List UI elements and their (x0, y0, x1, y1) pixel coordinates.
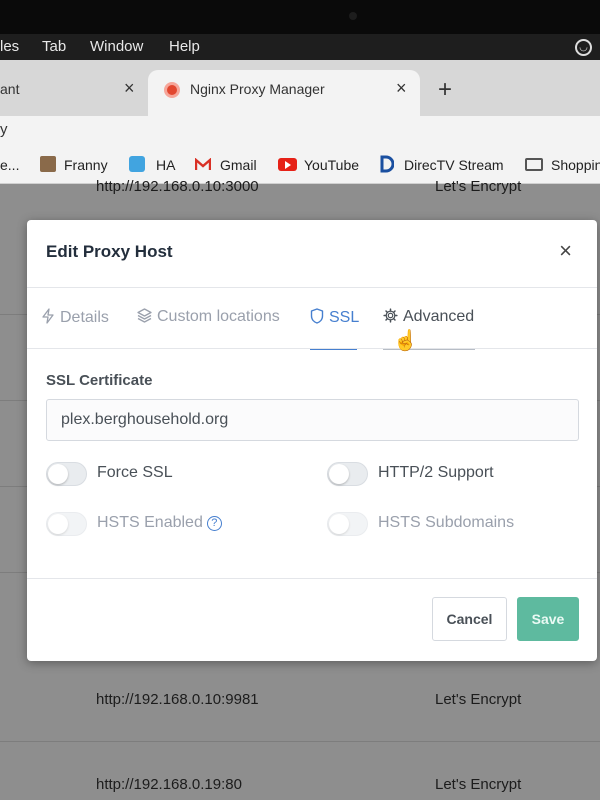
cancel-button[interactable]: Cancel (432, 597, 507, 641)
menu-files[interactable]: les (0, 38, 19, 55)
browser-tab-nginx-proxy-manager[interactable]: Nginx Proxy Manager × (148, 70, 420, 116)
help-circle-icon[interactable]: ? (206, 516, 222, 531)
certificate-provider: Let's Encrypt (435, 691, 522, 708)
bookmark-gmail[interactable]: Gmail (220, 157, 257, 173)
certificate-provider: Let's Encrypt (435, 178, 522, 195)
tab-details[interactable]: Details (41, 308, 109, 327)
browser-tab-previous[interactable]: ant × (0, 70, 146, 108)
menu-window[interactable]: Window (90, 38, 143, 55)
shield-icon (310, 308, 324, 324)
save-button[interactable]: Save (517, 597, 579, 641)
close-icon[interactable]: × (396, 78, 407, 99)
gmail-icon (195, 158, 211, 170)
layers-icon (137, 308, 152, 323)
forward-url: http://192.168.0.10:9981 (96, 691, 259, 708)
ssl-tab-panel: SSL Certificate Force SSL HTTP/2 Support… (27, 350, 597, 580)
hsts-enabled-switch[interactable] (46, 512, 87, 536)
hsts-enabled-label: HSTS Enabled (97, 514, 203, 531)
nginx-proxy-manager-favicon-icon (164, 82, 180, 98)
address-text: y (0, 121, 8, 138)
gear-icon (383, 308, 398, 323)
row-divider (0, 741, 600, 742)
menu-tab[interactable]: Tab (42, 38, 66, 55)
http2-support-switch[interactable] (327, 462, 368, 486)
tab-advanced-label: Advanced (403, 308, 475, 325)
folder-icon (525, 158, 543, 171)
menu-bar: les Tab Window Help ◡ (0, 34, 600, 60)
bookmark-truncated[interactable]: e... (0, 157, 19, 173)
home-assistant-icon (129, 156, 145, 172)
franny-favicon-icon (40, 156, 56, 172)
forward-url: http://192.168.0.10:3000 (96, 178, 259, 195)
ssl-certificate-select[interactable] (46, 399, 579, 441)
tab-ssl[interactable]: SSL (310, 308, 359, 327)
tabs-divider (27, 348, 597, 349)
modal-tabs: Details Custom locations SSL Advanced (27, 288, 597, 350)
hsts-subdomains-label: HSTS Subdomains (378, 514, 515, 531)
footer-divider (27, 578, 597, 579)
menu-status-icon[interactable]: ◡ (575, 39, 592, 56)
force-ssl-switch[interactable] (46, 462, 87, 486)
tab-custom-locations-label: Custom locations (157, 308, 280, 325)
tab-label: ant (0, 81, 20, 97)
tab-label: Nginx Proxy Manager (190, 81, 325, 97)
edit-proxy-host-modal: Edit Proxy Host × Details Custom locatio… (27, 220, 597, 661)
bookmark-franny[interactable]: Franny (64, 157, 108, 173)
force-ssl-label: Force SSL (97, 464, 173, 481)
modal-title: Edit Proxy Host (46, 242, 173, 261)
browser-tab-strip: ant × Nginx Proxy Manager × + (0, 60, 600, 116)
tab-ssl-label: SSL (329, 309, 360, 326)
screen-bezel (0, 0, 600, 34)
tab-custom-locations[interactable]: Custom locations (137, 308, 280, 326)
tab-details-label: Details (60, 309, 109, 326)
bookmark-ha[interactable]: HA (156, 157, 175, 173)
hsts-enabled-label-wrap: HSTS Enabled? (97, 514, 222, 532)
menu-help[interactable]: Help (169, 38, 200, 55)
bookmark-directv-stream[interactable]: DirecTV Stream (404, 157, 504, 173)
tab-advanced[interactable]: Advanced (383, 308, 474, 326)
youtube-icon (278, 158, 297, 171)
bookmark-youtube[interactable]: YouTube (304, 157, 359, 173)
lightning-icon (42, 308, 54, 324)
ssl-certificate-label: SSL Certificate (46, 372, 153, 389)
hsts-subdomains-switch[interactable] (327, 512, 368, 536)
webcam (349, 12, 357, 20)
new-tab-button[interactable]: + (438, 76, 452, 104)
close-icon[interactable]: × (559, 240, 572, 262)
address-bar[interactable]: y (0, 116, 600, 148)
directv-icon (380, 155, 394, 173)
http2-support-label: HTTP/2 Support (378, 464, 494, 481)
certificate-provider: Let's Encrypt (435, 776, 522, 793)
bookmark-folder-shopping[interactable]: Shoppin (551, 157, 600, 173)
forward-url: http://192.168.0.19:80 (96, 776, 242, 793)
close-icon[interactable]: × (124, 78, 135, 99)
